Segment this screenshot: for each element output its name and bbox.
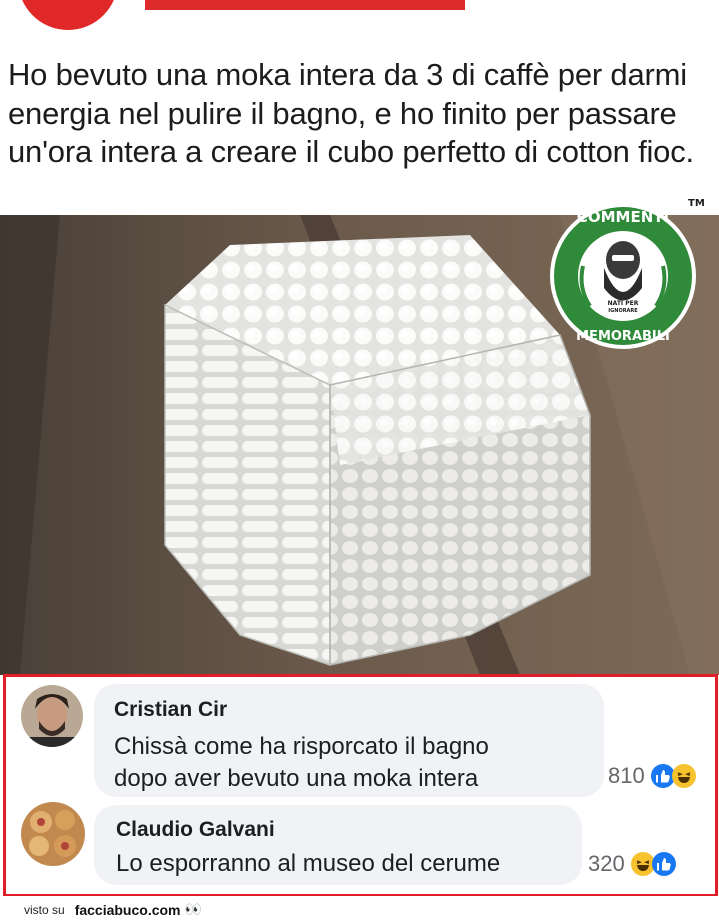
reaction-count: 810 [608, 763, 645, 788]
haha-icon [671, 764, 696, 788]
watermark-footer: visto su facciabuco.com 👀 [0, 896, 719, 923]
post-text: Ho bevuto una moka intera da 3 di caffè … [8, 57, 694, 169]
reaction-count: 320 [588, 851, 625, 876]
commenter-avatar[interactable] [21, 802, 85, 866]
svg-text:MEMORABILI: MEMORABILI [576, 329, 670, 344]
svg-text:IGNORARE: IGNORARE [608, 308, 638, 314]
footer-label: visto su [24, 902, 65, 917]
like-icon [651, 852, 676, 876]
comment-text: Lo esporranno al museo del cerume [116, 850, 501, 877]
footer-site[interactable]: facciabuco.com [75, 902, 181, 918]
commenti-memorabili-logo: COMMENTI MEMORABILI NATI PER IGNORARE TM [548, 188, 708, 358]
comment-text-line: dopo aver bevuto una moka intera [114, 765, 479, 792]
svg-text:NATI PER: NATI PER [608, 300, 639, 307]
comment-text: Chissà come ha risporcato il bagno dopo … [114, 731, 489, 795]
eyes-icon: 👀 [184, 901, 202, 917]
comments-section: Cristian Cir Chissà come ha risporcato i… [3, 674, 718, 897]
poster-avatar[interactable] [18, 0, 118, 30]
reactions[interactable]: 320 [588, 851, 676, 877]
svg-text:COMMENTI: COMMENTI [577, 208, 669, 226]
comment-bubble[interactable]: Claudio Galvani Lo esporranno al museo d… [94, 805, 582, 885]
reactions[interactable]: 810 [608, 763, 696, 789]
comment-text-line: Chissà come ha risporcato il bagno [114, 733, 489, 760]
svg-text:TM: TM [688, 198, 705, 209]
comment-author[interactable]: Cristian Cir [114, 698, 227, 722]
comment-bubble[interactable]: Cristian Cir Chissà come ha risporcato i… [94, 684, 604, 797]
comment-author[interactable]: Claudio Galvani [116, 818, 275, 842]
poster-name-bar [145, 0, 465, 10]
commenter-avatar[interactable] [21, 685, 83, 747]
